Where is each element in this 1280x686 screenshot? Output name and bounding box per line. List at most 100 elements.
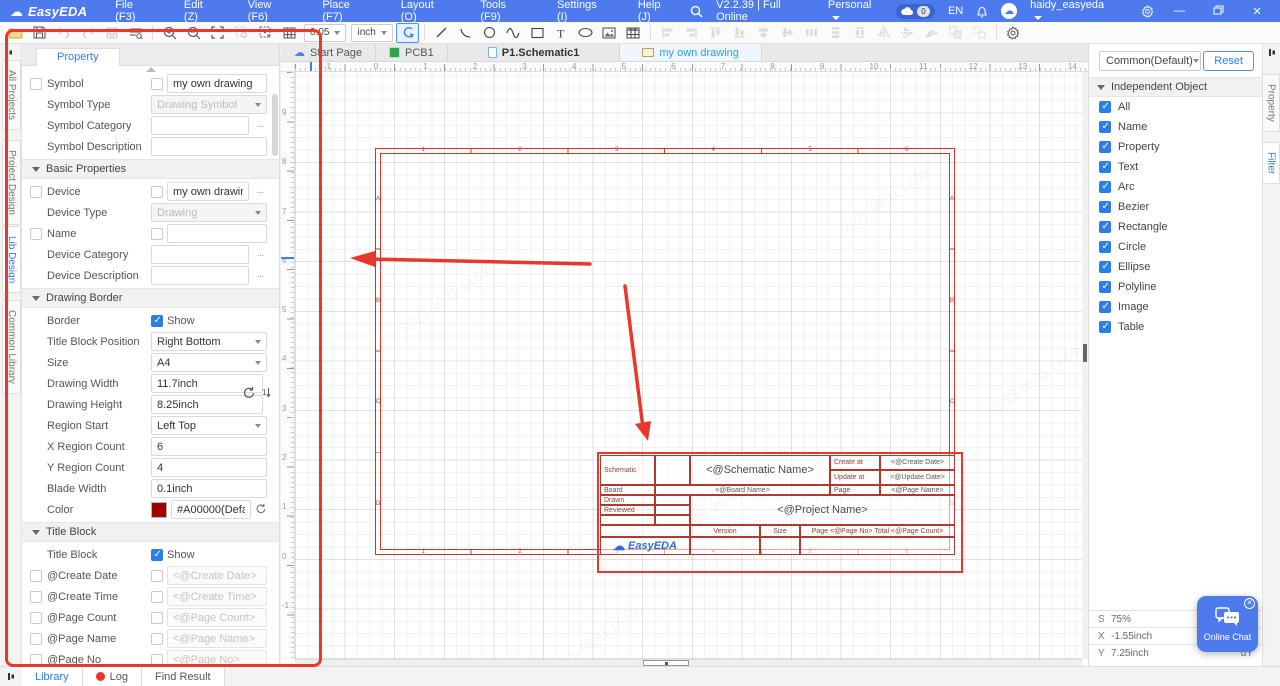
tab-find-result[interactable]: Find Result — [142, 667, 225, 686]
circle-tool-icon[interactable] — [478, 23, 501, 43]
rail-tab-property[interactable]: Property — [1262, 74, 1280, 132]
checkbox-checked-icon[interactable] — [1099, 101, 1111, 113]
drag-hook-tool-icon[interactable] — [396, 23, 419, 43]
image-tool-icon[interactable] — [598, 23, 621, 43]
save-icon[interactable] — [28, 23, 51, 43]
flip-vertical-icon[interactable] — [896, 23, 919, 43]
align-right-icon[interactable] — [680, 23, 703, 43]
blade-width-input[interactable] — [151, 479, 267, 498]
menubar-item[interactable]: Layout (O) — [387, 0, 467, 23]
title-block-show-checkbox[interactable] — [151, 549, 163, 561]
tab-pcb1[interactable]: PCB1 — [376, 44, 448, 61]
color-input[interactable] — [171, 500, 251, 519]
title-block-position-select[interactable]: Right Bottom — [151, 332, 267, 351]
notifications-bell-icon[interactable] — [976, 5, 988, 18]
page-no-input[interactable] — [167, 650, 267, 666]
x-region-count-input[interactable] — [151, 437, 267, 456]
filter-item[interactable]: Arc — [1089, 177, 1262, 197]
device-value-checkbox[interactable] — [151, 186, 163, 198]
checkbox-checked-icon[interactable] — [1099, 241, 1111, 253]
align-top-icon[interactable] — [704, 23, 727, 43]
window-close-button[interactable]: ✕ — [1244, 5, 1270, 18]
open-folder-icon[interactable] — [4, 23, 27, 43]
page-name-input[interactable] — [167, 629, 267, 648]
name-input[interactable] — [167, 224, 267, 243]
ellipse-tool-icon[interactable] — [574, 23, 597, 43]
design-manager-icon[interactable] — [124, 23, 147, 43]
name-row-checkbox[interactable] — [30, 228, 42, 240]
filter-item[interactable]: Text — [1089, 157, 1262, 177]
easyeda-logo[interactable]: ☁ EasyEDA — [0, 4, 101, 19]
section-title-block[interactable]: Title Block — [22, 522, 279, 542]
reset-button[interactable]: Reset — [1203, 51, 1254, 71]
create-time-value-checkbox[interactable] — [151, 591, 163, 603]
distribute-vertical-icon[interactable] — [824, 23, 847, 43]
tab-start-page[interactable]: ☁Start Page — [281, 44, 376, 61]
border-show-checkbox[interactable] — [151, 315, 163, 327]
flip-horizontal-icon[interactable] — [872, 23, 895, 43]
align-center-horizontal-icon[interactable] — [776, 23, 799, 43]
refresh-size-icon[interactable] — [242, 386, 255, 402]
group-icon[interactable] — [944, 23, 967, 43]
mirror-icon[interactable] — [920, 23, 943, 43]
tab-library[interactable]: Library — [22, 667, 83, 686]
align-center-vertical-icon[interactable] — [752, 23, 775, 43]
color-swatch[interactable] — [151, 502, 167, 518]
rail-tab-lib-design[interactable]: Lib Design — [2, 226, 21, 293]
tab-schematic1[interactable]: P1.Schematic1 — [448, 44, 621, 61]
device-description-input[interactable] — [151, 266, 249, 285]
online-chat-button[interactable]: ✕ Online Chat — [1197, 596, 1258, 652]
distribute-horizontal-icon[interactable] — [800, 23, 823, 43]
settings-gear-icon[interactable] — [1141, 5, 1154, 18]
page-count-row-checkbox[interactable] — [30, 612, 42, 624]
filter-preset-select[interactable]: Common(Default) — [1099, 51, 1201, 71]
device-type-select[interactable]: Drawing — [151, 203, 267, 222]
tab-my-own-drawing[interactable]: my own drawing — [620, 44, 761, 61]
align-bottom-icon[interactable] — [728, 23, 751, 43]
fit-view-icon[interactable] — [206, 23, 229, 43]
tab-property[interactable]: Property — [36, 48, 120, 66]
size-select[interactable]: A4 — [151, 353, 267, 372]
username-dropdown[interactable]: haidy_easyeda — [1030, 0, 1115, 23]
filter-item[interactable]: Property — [1089, 137, 1262, 157]
symbol-value-checkbox[interactable] — [151, 78, 163, 90]
menubar-item[interactable]: Place (F7) — [308, 0, 386, 23]
checkbox-checked-icon[interactable] — [1099, 121, 1111, 133]
page-name-row-checkbox[interactable] — [30, 633, 42, 645]
symbol-input[interactable] — [167, 74, 267, 93]
filter-item[interactable]: Ellipse — [1089, 257, 1262, 277]
arc-tool-icon[interactable] — [454, 23, 477, 43]
create-time-input[interactable] — [167, 587, 267, 606]
filter-item[interactable]: Circle — [1089, 237, 1262, 257]
menubar-item[interactable]: View (F6) — [234, 0, 309, 23]
grid-size-select[interactable]: 0.05 — [304, 24, 346, 42]
page-no-row-checkbox[interactable] — [30, 654, 42, 666]
device-row-checkbox[interactable] — [30, 186, 42, 198]
filter-item[interactable]: Polyline — [1089, 277, 1262, 297]
name-value-checkbox[interactable] — [151, 228, 163, 240]
menubar-item[interactable]: Settings (I) — [543, 0, 624, 23]
page-no-value-checkbox[interactable] — [151, 654, 163, 666]
grid-settings-icon[interactable] — [278, 23, 301, 43]
zoom-point-icon[interactable]: a — [254, 23, 277, 43]
align-left-icon[interactable] — [656, 23, 679, 43]
search-icon[interactable] — [690, 5, 703, 18]
filter-item[interactable]: Bezier — [1089, 197, 1262, 217]
region-start-select[interactable]: Left Top — [151, 416, 267, 435]
zoom-window-icon[interactable] — [230, 23, 253, 43]
section-basic-properties[interactable]: Basic Properties — [22, 159, 279, 179]
window-restore-button[interactable] — [1205, 5, 1231, 18]
more-dots-button[interactable] — [253, 120, 267, 132]
canvas-settings-gear-icon[interactable] — [1002, 23, 1025, 43]
user-avatar[interactable]: ☁ — [1001, 3, 1017, 19]
checkbox-checked-icon[interactable] — [1099, 261, 1111, 273]
symbol-description-input[interactable] — [151, 137, 267, 156]
filter-item[interactable]: Table — [1089, 317, 1262, 337]
symbol-category-input[interactable] — [151, 116, 249, 135]
array-grid-icon[interactable] — [100, 23, 123, 43]
create-date-row-checkbox[interactable] — [30, 570, 42, 582]
unit-select[interactable]: inch — [351, 24, 392, 42]
create-date-value-checkbox[interactable] — [151, 570, 163, 582]
ungroup-icon[interactable] — [968, 23, 991, 43]
checkbox-checked-icon[interactable] — [1099, 181, 1111, 193]
